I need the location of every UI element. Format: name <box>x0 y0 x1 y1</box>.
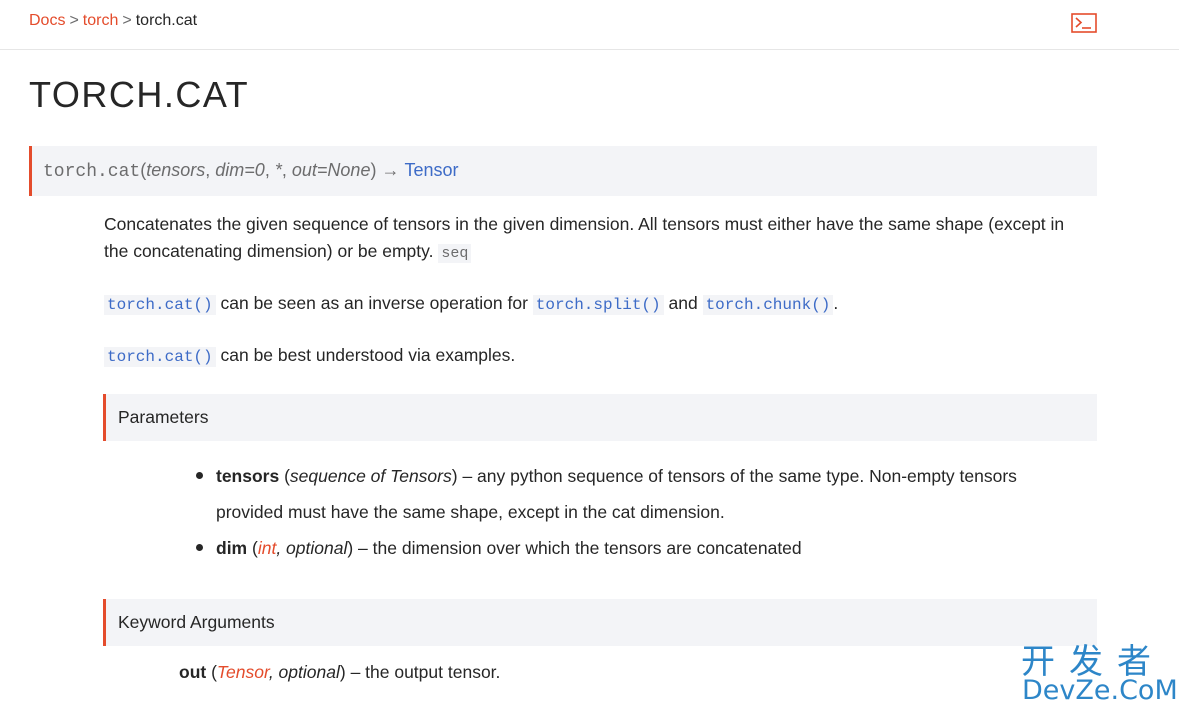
inverse-and-text: and <box>668 293 698 313</box>
kwarg-name-out: out <box>179 662 207 682</box>
torch-chunk-link[interactable]: torch.chunk() <box>702 295 834 315</box>
torch-cat-link[interactable]: torch.cat() <box>104 347 216 367</box>
inverse-period: . <box>833 293 839 313</box>
signature-param-out: out=None <box>291 160 371 180</box>
signature-func-name: torch.cat <box>43 162 141 182</box>
param-desc-dim: – the dimension over which the tensors a… <box>358 538 802 558</box>
parameters-heading: Parameters <box>118 407 209 427</box>
param-name-tensors: tensors <box>216 466 280 486</box>
list-item: dim (int, optional) – the dimension over… <box>196 530 1076 566</box>
parameters-section-header: Parameters <box>103 394 1097 441</box>
inverse-paragraph: torch.cat() can be seen as an inverse op… <box>104 290 838 319</box>
signature-comma: , <box>205 160 211 180</box>
torch-cat-link[interactable]: torch.cat() <box>104 295 216 315</box>
signature-arrow: → <box>381 160 400 180</box>
signature-star: * <box>274 160 282 180</box>
breadcrumb: Docs > torch > torch.cat <box>29 12 197 30</box>
seq-code: seq <box>438 244 472 263</box>
description-paragraph: Concatenates the given sequence of tenso… <box>104 211 1089 267</box>
param-name-dim: dim <box>216 538 248 558</box>
examples-text: can be best understood via examples. <box>220 345 516 365</box>
keyword-arguments-heading: Keyword Arguments <box>118 612 275 632</box>
kwarg-type-optional: , optional <box>268 662 340 682</box>
int-type-link[interactable]: int <box>258 538 276 558</box>
kwarg-desc-out: – the output tensor. <box>350 662 501 682</box>
breadcrumb-separator: > <box>122 12 132 29</box>
breadcrumb-current: torch.cat <box>135 12 198 29</box>
param-type-optional: , optional <box>276 538 348 558</box>
kwarg-close-paren: ) <box>339 662 346 682</box>
breadcrumb-separator: > <box>69 12 79 29</box>
description-text: Concatenates the given sequence of tenso… <box>104 214 1065 261</box>
top-bar: Docs > torch > torch.cat <box>0 0 1179 50</box>
signature-text: torch.cat(tensors, dim=0, *, out=None) →… <box>43 160 459 182</box>
param-type-tensors: sequence of Tensors <box>289 466 452 486</box>
breadcrumb-docs-link[interactable]: Docs <box>29 12 65 29</box>
inverse-text: can be seen as an inverse operation for <box>220 293 528 313</box>
tensor-type-link[interactable]: Tensor <box>217 662 269 682</box>
keyword-arguments-section-header: Keyword Arguments <box>103 599 1097 646</box>
signature-return-type-link[interactable]: Tensor <box>405 160 459 180</box>
param-close-paren: ) <box>451 466 458 486</box>
signature-close-paren: ) <box>370 160 377 180</box>
terminal-icon[interactable] <box>1071 13 1097 33</box>
signature-param-tensors: tensors <box>146 160 206 180</box>
page-title: TORCH.CAT <box>29 74 250 115</box>
signature-comma: , <box>264 160 270 180</box>
keyword-argument-out: out (Tensor, optional) – the output tens… <box>179 662 500 683</box>
function-signature: torch.cat(tensors, dim=0, *, out=None) →… <box>29 146 1097 196</box>
signature-param-dim: dim=0 <box>215 160 265 180</box>
list-item: tensors (sequence of Tensors) – any pyth… <box>196 458 1076 530</box>
examples-paragraph: torch.cat() can be best understood via e… <box>104 342 515 371</box>
breadcrumb-torch-link[interactable]: torch <box>83 12 119 29</box>
param-close-paren: ) <box>347 538 354 558</box>
torch-split-link[interactable]: torch.split() <box>532 295 664 315</box>
watermark-logo-en: DevZe.CoM <box>1022 675 1178 706</box>
parameters-list: tensors (sequence of Tensors) – any pyth… <box>196 458 1076 566</box>
signature-comma: , <box>281 160 287 180</box>
